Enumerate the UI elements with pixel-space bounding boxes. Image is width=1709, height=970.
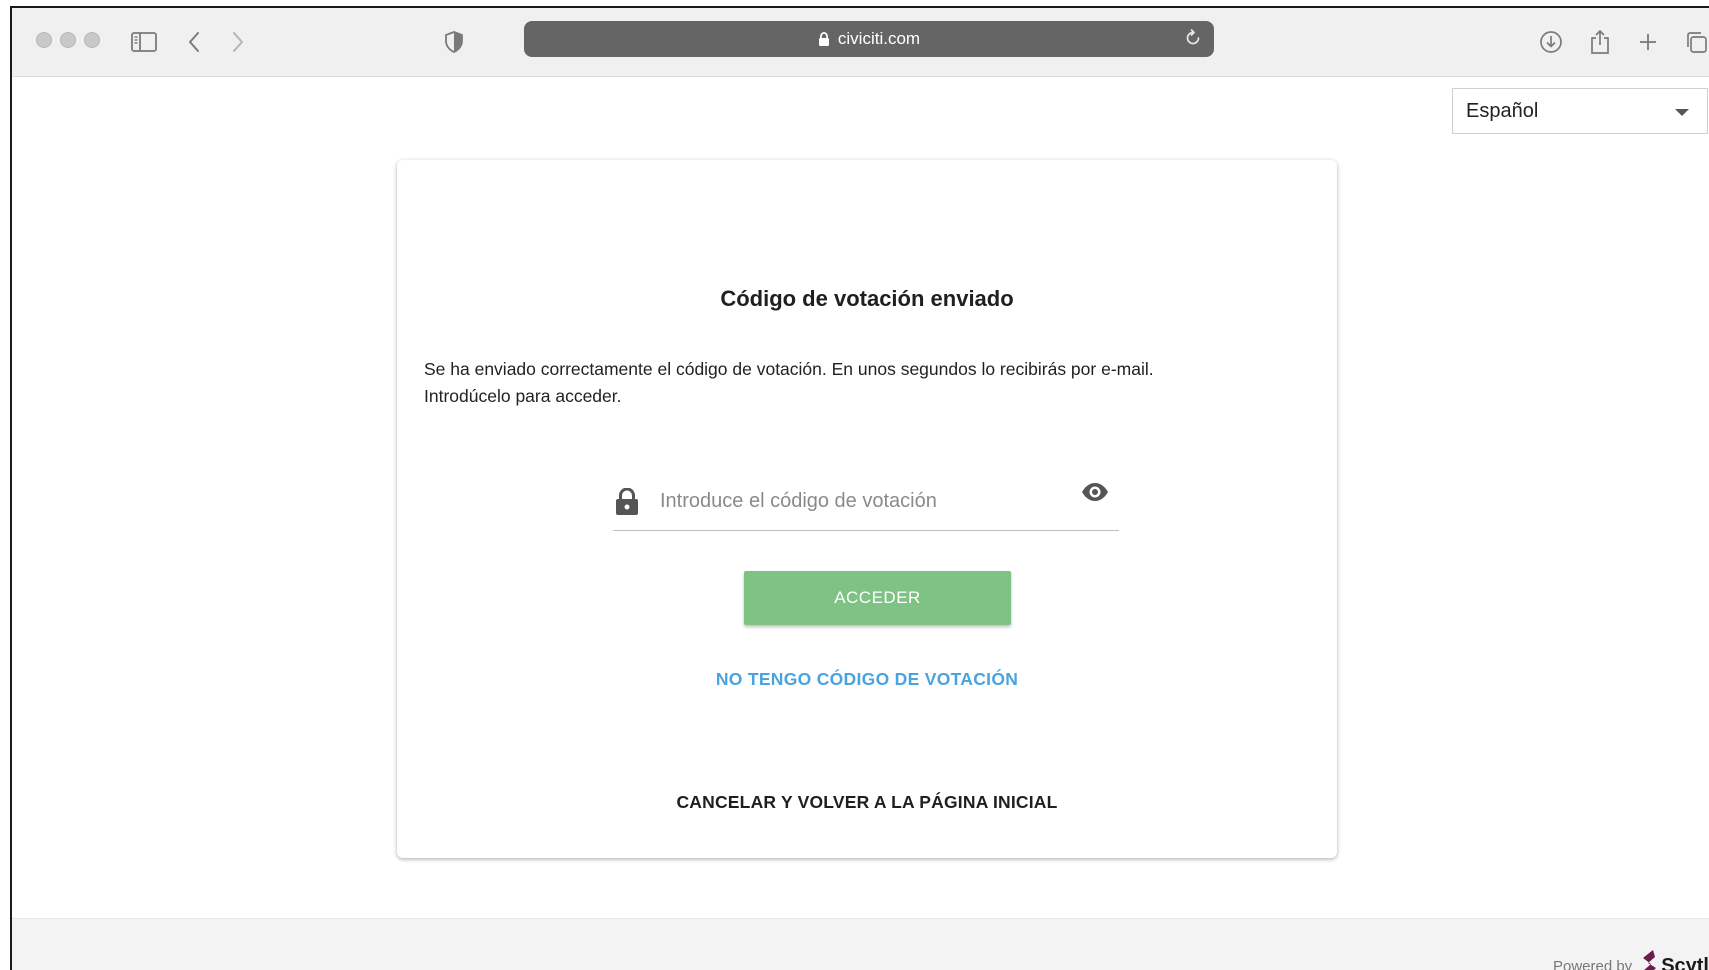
language-select[interactable]: Español [1452,88,1708,134]
minimize-window-button[interactable] [60,32,76,48]
caret-down-icon [1675,109,1689,116]
zoom-window-button[interactable] [84,32,100,48]
access-button[interactable]: ACCEDER [744,571,1011,625]
eye-icon[interactable] [1081,482,1109,507]
cancel-link-label[interactable]: CANCELAR Y VOLVER A LA PÁGINA INICIAL [676,792,1057,812]
card-message-line-1: Se ha enviado correctamente el código de… [424,359,1154,379]
tabs-icon[interactable] [1682,28,1709,56]
no-code-link-label[interactable]: NO TENGO CÓDIGO DE VOTACIÓN [716,669,1018,689]
voting-code-field [613,478,1119,531]
url-text: civiciti.com [837,29,921,48]
download-icon[interactable] [1537,28,1565,56]
no-code-link[interactable]: NO TENGO CÓDIGO DE VOTACIÓN [397,669,1337,690]
scytl-logo-icon [1640,949,1658,970]
chevron-right-icon[interactable] [224,28,252,56]
cancel-link[interactable]: CANCELAR Y VOLVER A LA PÁGINA INICIAL [397,792,1337,813]
language-select-value: Español [1466,100,1539,122]
voting-code-input[interactable] [660,486,1060,516]
lock-icon [615,487,639,521]
browser-toolbar: civiciti.com [12,8,1709,77]
card-message: Se ha enviado correctamente el código de… [424,356,1284,410]
plus-icon[interactable] [1634,28,1662,56]
shield-icon[interactable] [440,28,468,56]
reload-icon[interactable] [1184,29,1204,49]
powered-by-label: Powered by [1552,958,1633,970]
powered-by: Powered by Scytl [1553,949,1709,970]
chevron-left-icon[interactable] [180,28,208,56]
card-message-line-2: Introdúcelo para acceder. [424,386,622,406]
close-window-button[interactable] [36,32,52,48]
address-bar[interactable]: civiciti.com [524,21,1214,57]
browser-window: civiciti.com Español Código de votación … [10,6,1709,970]
card-title: Código de votación enviado [720,286,1014,311]
sidebar-icon[interactable] [130,28,158,56]
share-icon[interactable] [1586,28,1614,56]
lock-icon [818,31,830,47]
brand-name: Scytl [1661,955,1709,970]
page-footer: Powered by Scytl [12,918,1709,970]
login-card: Código de votación enviado Se ha enviado… [397,160,1337,858]
